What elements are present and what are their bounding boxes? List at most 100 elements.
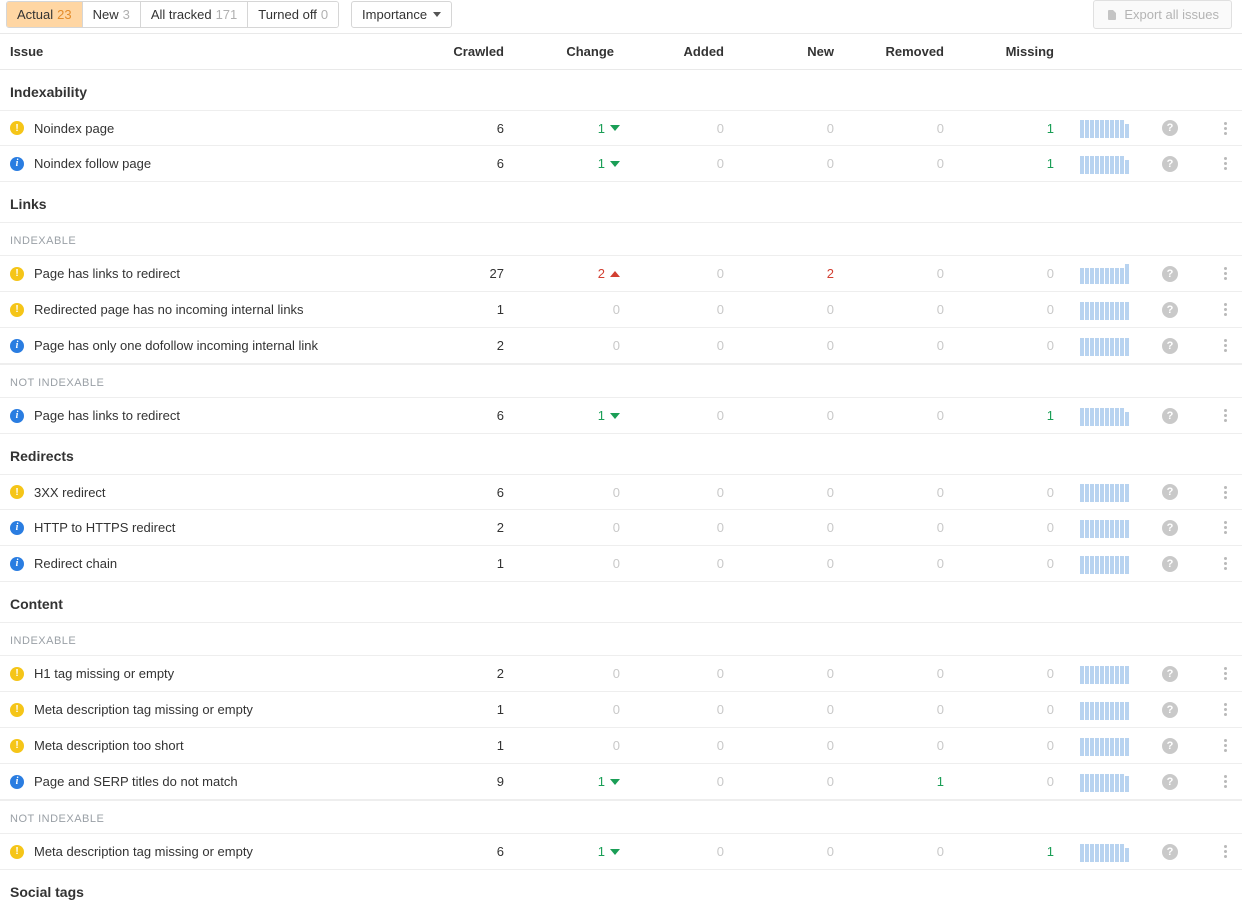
issue-row[interactable]: !Redirected page has no incoming interna… (0, 292, 1242, 328)
more-menu-icon[interactable] (1216, 405, 1234, 426)
help-icon[interactable]: ? (1162, 156, 1178, 172)
sparkline (1080, 664, 1140, 684)
col-new: New (750, 44, 860, 59)
help-icon[interactable]: ? (1162, 702, 1178, 718)
cell-value: 0 (750, 520, 860, 535)
more-menu-icon[interactable] (1216, 482, 1234, 503)
down-triangle-icon (610, 779, 620, 785)
section-header: Indexability (0, 70, 1242, 110)
more-menu-icon[interactable] (1216, 663, 1234, 684)
tab-label: Actual (17, 7, 53, 22)
more-menu-icon[interactable] (1216, 699, 1234, 720)
section-header: Social tags (0, 870, 1242, 910)
issue-row[interactable]: iPage has links to redirect610001? (0, 398, 1242, 434)
info-icon: i (10, 775, 24, 789)
info-icon: i (10, 339, 24, 353)
info-icon: i (10, 409, 24, 423)
cell-value: 0 (860, 556, 970, 571)
help-icon[interactable]: ? (1162, 120, 1178, 136)
section-title: Links (10, 196, 1242, 212)
down-triangle-icon (610, 849, 620, 855)
issue-name: Meta description tag missing or empty (34, 702, 253, 717)
cell-value: 0 (750, 738, 860, 753)
issue-row[interactable]: iRedirect chain100000? (0, 546, 1242, 582)
issue-row[interactable]: !3XX redirect600000? (0, 474, 1242, 510)
sparkline (1080, 736, 1140, 756)
more-menu-icon[interactable] (1216, 153, 1234, 174)
tab-count: 171 (216, 7, 238, 22)
cell-value: 0 (750, 408, 860, 423)
issue-row[interactable]: !Meta description too short100000? (0, 728, 1242, 764)
cell-value: 0 (640, 156, 750, 171)
tab-count: 3 (123, 7, 130, 22)
change-cell: 0 (530, 666, 640, 681)
more-menu-icon[interactable] (1216, 299, 1234, 320)
col-removed: Removed (860, 44, 970, 59)
help-icon[interactable]: ? (1162, 666, 1178, 682)
change-cell: 0 (530, 338, 640, 353)
warning-icon: ! (10, 303, 24, 317)
cell-value: 1 (420, 556, 530, 571)
issue-name: Meta description tag missing or empty (34, 844, 253, 859)
issue-row[interactable]: !Meta description tag missing or empty61… (0, 834, 1242, 870)
change-cell: 1 (530, 844, 640, 859)
sparkline (1080, 336, 1140, 356)
help-icon[interactable]: ? (1162, 338, 1178, 354)
more-menu-icon[interactable] (1216, 553, 1234, 574)
help-icon[interactable]: ? (1162, 774, 1178, 790)
section-title: Content (10, 596, 1242, 612)
more-menu-icon[interactable] (1216, 517, 1234, 538)
more-menu-icon[interactable] (1216, 771, 1234, 792)
more-menu-icon[interactable] (1216, 841, 1234, 862)
more-menu-icon[interactable] (1216, 335, 1234, 356)
tab-label: All tracked (151, 7, 212, 22)
cell-value: 0 (640, 774, 750, 789)
issue-row[interactable]: !Noindex page610001? (0, 110, 1242, 146)
help-icon[interactable]: ? (1162, 520, 1178, 536)
issue-row[interactable]: iPage and SERP titles do not match910010… (0, 764, 1242, 800)
more-menu-icon[interactable] (1216, 118, 1234, 139)
issue-row[interactable]: !H1 tag missing or empty200000? (0, 656, 1242, 692)
export-button[interactable]: Export all issues (1093, 0, 1232, 29)
more-menu-icon[interactable] (1216, 735, 1234, 756)
issue-name: 3XX redirect (34, 485, 106, 500)
change-cell: 0 (530, 520, 640, 535)
issue-row[interactable]: !Page has links to redirect2720200? (0, 256, 1242, 292)
sparkline (1080, 118, 1140, 138)
importance-dropdown[interactable]: Importance (351, 1, 452, 28)
cell-value: 0 (750, 702, 860, 717)
warning-icon: ! (10, 845, 24, 859)
help-icon[interactable]: ? (1162, 484, 1178, 500)
help-icon[interactable]: ? (1162, 302, 1178, 318)
change-cell: 1 (530, 156, 640, 171)
cell-value: 0 (640, 844, 750, 859)
issue-name: Meta description too short (34, 738, 184, 753)
table-header: Issue Crawled Change Added New Removed M… (0, 33, 1242, 70)
cell-value: 6 (420, 485, 530, 500)
issue-row[interactable]: iHTTP to HTTPS redirect200000? (0, 510, 1242, 546)
help-icon[interactable]: ? (1162, 556, 1178, 572)
help-icon[interactable]: ? (1162, 844, 1178, 860)
issue-row[interactable]: !Meta description tag missing or empty10… (0, 692, 1242, 728)
filter-tab[interactable]: Turned off0 (248, 2, 338, 27)
info-icon: i (10, 157, 24, 171)
cell-value: 0 (970, 666, 1080, 681)
section-title: Indexability (10, 84, 1242, 100)
issue-row[interactable]: iPage has only one dofollow incoming int… (0, 328, 1242, 364)
issue-row[interactable]: iNoindex follow page610001? (0, 146, 1242, 182)
change-cell: 0 (530, 302, 640, 317)
more-menu-icon[interactable] (1216, 263, 1234, 284)
warning-icon: ! (10, 739, 24, 753)
tab-label: Turned off (258, 7, 317, 22)
cell-value: 0 (640, 666, 750, 681)
filter-tab[interactable]: Actual23 (7, 2, 83, 27)
sparkline (1080, 300, 1140, 320)
cell-value: 0 (970, 738, 1080, 753)
filter-tab[interactable]: New3 (83, 2, 141, 27)
cell-value: 0 (640, 121, 750, 136)
help-icon[interactable]: ? (1162, 738, 1178, 754)
help-icon[interactable]: ? (1162, 266, 1178, 282)
sparkline (1080, 518, 1140, 538)
filter-tab[interactable]: All tracked 171 (141, 2, 248, 27)
help-icon[interactable]: ? (1162, 408, 1178, 424)
